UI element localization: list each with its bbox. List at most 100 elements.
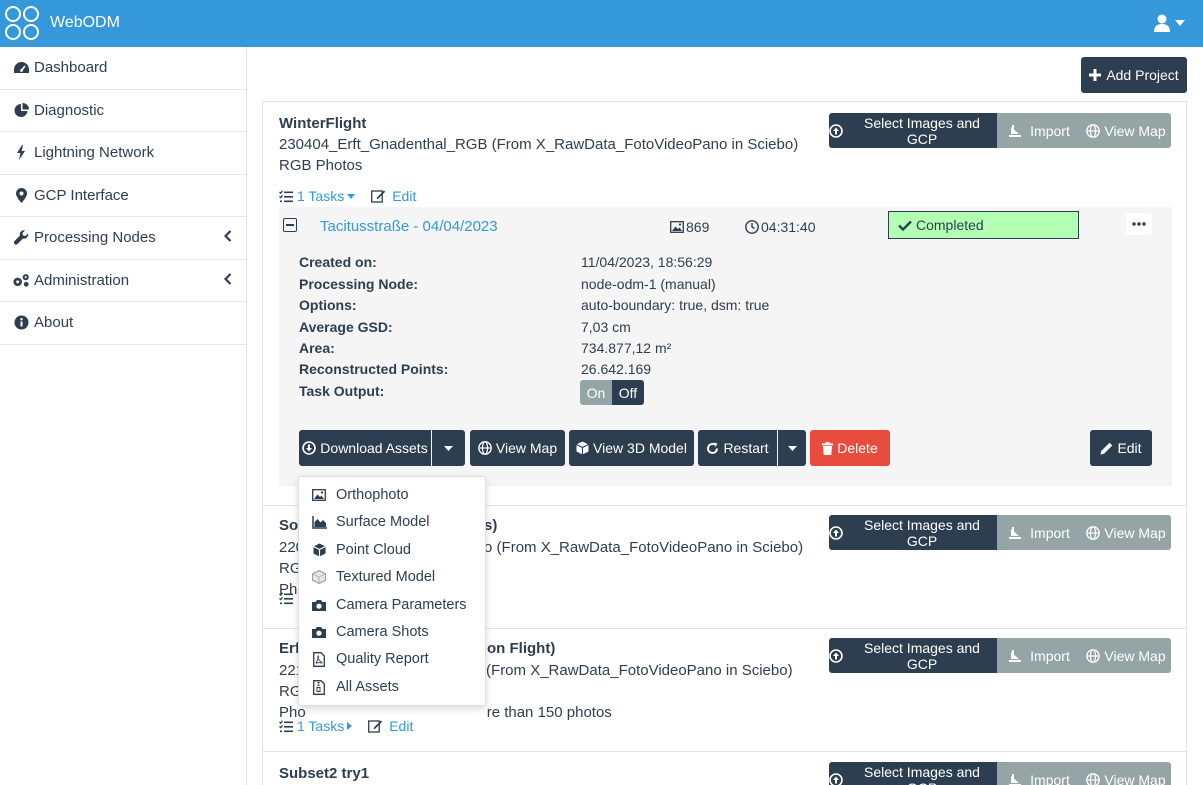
menu-item-all-assets[interactable]: All Assets <box>311 679 399 695</box>
task-output-toggle[interactable]: On Off <box>580 380 644 405</box>
view-map-label: View Map <box>1104 647 1166 664</box>
caret-right-icon <box>347 722 353 730</box>
detail-value: node-odm-1 (manual) <box>581 276 716 292</box>
sidebar-item-dashboard[interactable]: Dashboard <box>0 47 246 90</box>
wrench-icon <box>12 230 30 246</box>
map-marker-icon <box>12 187 30 203</box>
tasks-count: 1 Tasks <box>297 188 345 204</box>
view-map-label: View Map <box>1104 771 1166 785</box>
area-chart-icon <box>311 514 327 530</box>
select-images-button[interactable]: Select Images and GCP <box>829 113 997 148</box>
project-title[interactable]: Subset2 try1 <box>279 765 369 782</box>
import-button[interactable]: Import <box>997 515 1081 550</box>
view-map-button[interactable]: View Map <box>1081 638 1171 673</box>
sidebar-item-administration[interactable]: Administration <box>0 260 246 302</box>
menu-item-textured-model[interactable]: Textured Model <box>311 569 435 585</box>
status-label: Completed <box>916 217 984 233</box>
brand[interactable]: WebODM <box>4 5 120 41</box>
import-icon <box>1009 773 1022 785</box>
select-images-button[interactable]: Select Images and GCP <box>829 515 997 550</box>
menu-item-point-cloud[interactable]: Point Cloud <box>311 542 411 558</box>
toggle-on[interactable]: On <box>580 380 612 405</box>
view-3d-model-button[interactable]: View 3D Model <box>569 430 694 466</box>
menu-item-label: Point Cloud <box>336 542 411 558</box>
task-edit-label: Edit <box>1117 440 1142 456</box>
menu-item-camera-parameters[interactable]: Camera Parameters <box>311 597 467 613</box>
cube-icon <box>576 441 589 455</box>
tasks-toggle[interactable]: 1 Tasks <box>279 188 356 204</box>
sidebar-item-about[interactable]: About <box>0 302 246 345</box>
project-panel: WinterFlight 230404_Erft_Gnadenthal_RGB … <box>262 101 1187 506</box>
tasks-list-icon <box>279 189 293 202</box>
sidebar-item-label: Administration <box>34 271 130 289</box>
detail-label: Created on: <box>299 254 377 270</box>
add-project-button[interactable]: Add Project <box>1081 57 1187 93</box>
sidebar-item-label: Dashboard <box>34 59 108 77</box>
status-badge: Completed <box>888 211 1079 239</box>
cogs-icon <box>12 272 30 288</box>
task-edit-button[interactable]: Edit <box>1090 430 1152 466</box>
view-map-button[interactable]: View Map <box>1081 762 1171 785</box>
check-icon <box>898 220 912 231</box>
user-menu[interactable] <box>1154 14 1185 32</box>
select-images-button[interactable]: Select Images and GCP <box>829 638 997 673</box>
import-icon <box>1009 526 1022 539</box>
menu-item-label: Camera Shots <box>336 624 429 640</box>
task-name-link[interactable]: Tacitusstraße - 04/04/2023 <box>320 218 498 235</box>
toggle-off[interactable]: Off <box>612 380 644 405</box>
import-button[interactable]: Import <box>997 113 1081 148</box>
edit-project-link[interactable]: Edit <box>371 188 416 204</box>
restart-caret-button[interactable] <box>778 430 806 466</box>
download-circle-icon <box>302 441 317 455</box>
task-view-map-button[interactable]: View Map <box>470 430 565 466</box>
task-more-button[interactable] <box>1126 213 1152 235</box>
project-title-start: Erf <box>279 640 300 657</box>
sidebar: Dashboard Diagnostic Lightning Network G… <box>0 47 247 785</box>
edit-project-link[interactable]: Edit <box>368 718 413 734</box>
view-3d-model-label: View 3D Model <box>593 440 687 456</box>
sidebar-item-diagnostic[interactable]: Diagnostic <box>0 90 246 132</box>
info-icon <box>12 315 30 331</box>
collapse-task-icon[interactable] <box>283 218 297 232</box>
sidebar-item-label: About <box>34 314 74 332</box>
pie-chart-icon <box>12 102 30 118</box>
project-title[interactable]: WinterFlight <box>279 115 366 132</box>
view-map-button[interactable]: View Map <box>1081 113 1171 148</box>
webodm-logo-icon <box>5 6 39 40</box>
tasks-list-icon <box>279 719 293 732</box>
restart-button[interactable]: Restart <box>698 430 777 466</box>
download-assets-caret-button[interactable] <box>432 430 465 466</box>
detail-value: 26.642.169 <box>581 361 652 377</box>
sidebar-item-lightning-network[interactable]: Lightning Network <box>0 132 246 175</box>
delete-button[interactable]: Delete <box>810 430 890 466</box>
task-duration: 04:31:40 <box>745 219 816 235</box>
tasks-list-icon <box>279 592 293 605</box>
pdf-file-icon <box>311 651 327 667</box>
clock-icon <box>745 220 759 234</box>
import-button[interactable]: Import <box>997 762 1081 785</box>
detail-label: Reconstructed Points: <box>299 361 449 377</box>
sidebar-item-gcp-interface[interactable]: GCP Interface <box>0 175 246 217</box>
upload-circle-icon <box>829 525 843 540</box>
menu-item-orthophoto[interactable]: Orthophoto <box>311 487 409 503</box>
project-title-end: s) <box>484 517 498 534</box>
view-map-button[interactable]: View Map <box>1081 515 1171 550</box>
image-icon <box>670 221 684 233</box>
menu-item-camera-shots[interactable]: Camera Shots <box>311 624 429 640</box>
import-button[interactable]: Import <box>997 638 1081 673</box>
sidebar-item-label: Diagnostic <box>34 101 105 119</box>
desc-line2-end: re than 150 photos <box>486 704 612 721</box>
plus-icon <box>1089 69 1102 81</box>
upload-circle-icon <box>829 772 843 785</box>
project-panel: Subset2 try1 Select Images and GCP Impor… <box>262 751 1187 785</box>
menu-item-quality-report[interactable]: Quality Report <box>311 651 429 667</box>
select-images-button[interactable]: Select Images and GCP <box>829 762 997 785</box>
menu-item-surface-model[interactable]: Surface Model <box>311 514 430 530</box>
view-map-label: View Map <box>1104 524 1166 541</box>
download-assets-menu: Orthophoto Surface Model Point Cloud Tex… <box>298 476 486 706</box>
edit-label: Edit <box>392 188 417 204</box>
download-assets-button[interactable]: Download Assets <box>299 430 431 466</box>
tasks-toggle[interactable]: 1 Tasks <box>279 718 353 734</box>
globe-icon <box>1086 772 1101 785</box>
sidebar-item-processing-nodes[interactable]: Processing Nodes <box>0 217 246 260</box>
